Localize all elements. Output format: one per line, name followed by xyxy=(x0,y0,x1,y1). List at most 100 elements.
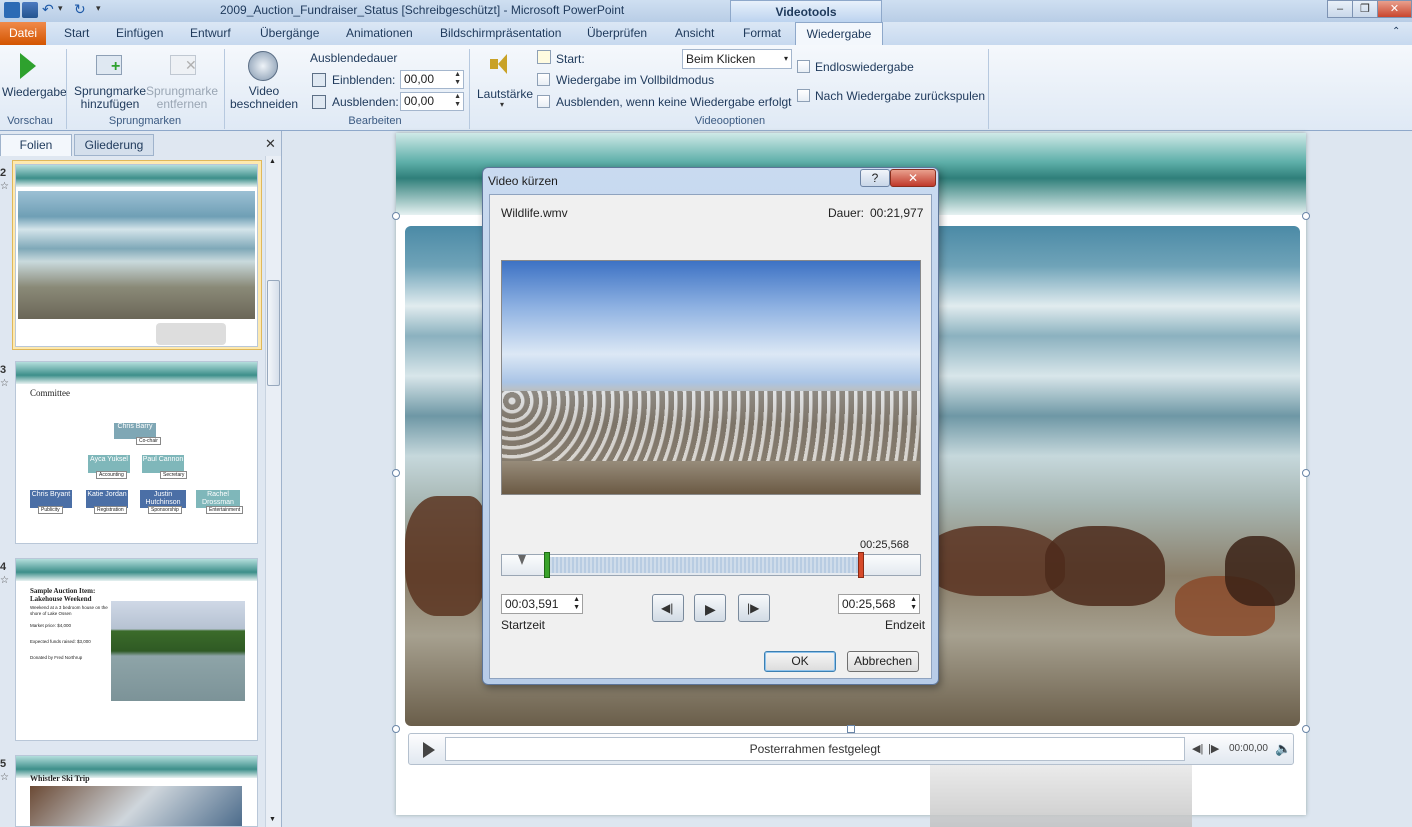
slide-number: 2 xyxy=(0,167,7,179)
fade-in-icon xyxy=(312,73,326,87)
ok-button[interactable]: OK xyxy=(764,651,836,672)
next-frame-button[interactable]: |▶ xyxy=(738,594,770,622)
dialog-close-button[interactable]: ✕ xyxy=(890,169,936,187)
cancel-button[interactable]: Abbrechen xyxy=(847,651,919,672)
play-icon[interactable] xyxy=(423,742,435,758)
start-icon xyxy=(537,50,551,64)
resize-handle[interactable] xyxy=(392,725,400,733)
org-role: Entertainment xyxy=(206,506,244,514)
playhead-marker[interactable] xyxy=(518,555,526,565)
tab-outline[interactable]: Gliederung xyxy=(74,134,154,156)
close-pane-icon[interactable]: ✕ xyxy=(265,136,276,152)
fullscreen-checkbox[interactable] xyxy=(537,73,550,86)
fade-out-value[interactable]: 00,00 xyxy=(404,94,434,108)
collapse-ribbon-icon[interactable]: ⌃ xyxy=(1392,26,1400,37)
rewind-label[interactable]: Nach Wiedergabe zurückspulen xyxy=(815,89,985,103)
animation-star-icon: ☆ xyxy=(0,575,9,586)
loop-checkbox[interactable] xyxy=(797,60,810,73)
gannets-colony xyxy=(502,391,920,461)
end-time-input[interactable]: 00:25,568 ▲ ▼ xyxy=(838,594,920,614)
slide-title: Sample Auction Item: Lakehouse Weekend xyxy=(30,587,96,603)
resize-handle[interactable] xyxy=(392,469,400,477)
slide-header-wave xyxy=(16,559,257,581)
horses-video-thumbnail xyxy=(18,191,255,319)
start-time-input[interactable]: 00:03,591 ▲ ▼ xyxy=(501,594,583,614)
fade-out-spinner[interactable]: 00,00 ▲ ▼ xyxy=(400,92,464,111)
hide-checkbox[interactable] xyxy=(537,95,550,108)
fade-in-value[interactable]: 00,00 xyxy=(404,72,434,86)
scroll-down-icon[interactable]: ▼ xyxy=(269,816,276,823)
tab-bildschirmpraesentation[interactable]: Bildschirmpräsentation xyxy=(440,22,561,45)
tab-uebergaenge[interactable]: Übergänge xyxy=(260,22,319,45)
undo-dropdown-icon[interactable]: ▾ xyxy=(58,3,63,14)
customize-qat-icon[interactable]: ▾ xyxy=(96,3,101,14)
step-forward-icon[interactable]: |▶ xyxy=(1208,742,1219,755)
play-preview-button[interactable]: Wiedergabe xyxy=(2,85,67,99)
trim-timeline[interactable] xyxy=(501,552,921,578)
slide-thumbnail[interactable]: Sample Auction Item: Lakehouse Weekend W… xyxy=(15,558,258,741)
slide-thumbnail[interactable]: Committee Chris Barry Co-chair Ayca Yuks… xyxy=(15,361,258,544)
video-reflection xyxy=(156,323,226,345)
slide-thumbnail[interactable] xyxy=(15,164,258,347)
undo-icon[interactable]: ↶ xyxy=(42,1,54,18)
fade-in-spinner[interactable]: 00,00 ▲ ▼ xyxy=(400,70,464,89)
tab-wiedergabe[interactable]: Wiedergabe xyxy=(795,22,883,46)
trim-video-button[interactable]: Video beschneiden xyxy=(230,85,298,111)
pane-tabs: Folien Gliederung ✕ xyxy=(0,134,282,156)
volume-dropdown-icon[interactable]: ▾ xyxy=(500,100,504,109)
start-trim-handle[interactable] xyxy=(544,552,550,578)
scrollbar-thumb[interactable] xyxy=(267,280,280,386)
tab-start[interactable]: Start xyxy=(64,22,89,45)
tab-entwurf[interactable]: Entwurf xyxy=(190,22,231,45)
slides-scrollbar[interactable]: ▲ ▼ xyxy=(265,156,281,827)
remove-bookmark-button[interactable]: Sprungmarke entfernen xyxy=(146,85,218,111)
resize-handle[interactable] xyxy=(1302,212,1310,220)
close-window-button[interactable]: ✕ xyxy=(1377,0,1412,18)
resize-handle[interactable] xyxy=(392,212,400,220)
media-controls: Posterrahmen festgelegt ◀| |▶ 00:00,00 🔈 xyxy=(408,733,1294,765)
resize-handle[interactable] xyxy=(1302,469,1310,477)
play-button[interactable]: ▶ xyxy=(694,594,726,622)
redo-icon[interactable]: ↻ xyxy=(74,1,86,18)
org-role: Co-chair xyxy=(136,437,161,445)
add-bookmark-button[interactable]: Sprungmarke hinzufügen xyxy=(74,85,146,111)
video-preview xyxy=(501,260,921,495)
maximize-button[interactable]: ❐ xyxy=(1352,0,1378,18)
resize-handle[interactable] xyxy=(1302,725,1310,733)
trim-selection-range xyxy=(548,557,860,573)
tab-file[interactable]: Datei xyxy=(0,22,46,45)
volume-button[interactable]: Lautstärke xyxy=(477,87,533,101)
slide-thumbnail[interactable]: Whistler Ski Trip xyxy=(15,755,258,827)
time-readout: 00:00,00 xyxy=(1229,743,1268,754)
tab-einfuegen[interactable]: Einfügen xyxy=(116,22,163,45)
tab-ueberpruefen[interactable]: Überprüfen xyxy=(587,22,647,45)
start-dropdown-value[interactable]: Beim Klicken xyxy=(686,52,755,66)
play-preview-icon[interactable] xyxy=(20,53,36,79)
tab-animationen[interactable]: Animationen xyxy=(346,22,413,45)
help-button[interactable]: ? xyxy=(860,169,890,187)
hide-label[interactable]: Ausblenden, wenn keine Wiedergabe erfolg… xyxy=(556,95,792,109)
poster-frame-status[interactable]: Posterrahmen festgelegt xyxy=(445,737,1185,761)
start-dropdown[interactable]: Beim Klicken ▾ xyxy=(682,49,792,69)
volume-icon[interactable]: 🔈 xyxy=(1275,741,1291,757)
start-time-value[interactable]: 00:03,591 xyxy=(505,597,558,611)
rewind-checkbox[interactable] xyxy=(797,89,810,102)
scroll-up-icon[interactable]: ▲ xyxy=(269,158,276,165)
tab-format[interactable]: Format xyxy=(743,22,781,45)
group-label-preview: Vorschau xyxy=(7,115,53,127)
end-time-value[interactable]: 00:25,568 xyxy=(842,597,895,611)
tab-ansicht[interactable]: Ansicht xyxy=(675,22,714,45)
tab-slides[interactable]: Folien xyxy=(0,134,72,156)
previous-frame-button[interactable]: ◀| xyxy=(652,594,684,622)
end-trim-handle[interactable] xyxy=(858,552,864,578)
org-role: Secretary xyxy=(160,471,188,479)
save-icon[interactable] xyxy=(22,2,38,18)
loop-label[interactable]: Endloswiedergabe xyxy=(815,60,914,74)
resize-handle[interactable] xyxy=(847,725,855,733)
minimize-button[interactable]: – xyxy=(1327,0,1353,18)
fullscreen-label[interactable]: Wiedergabe im Vollbildmodus xyxy=(556,73,714,87)
remove-bookmark-icon: ✕ xyxy=(170,55,197,75)
dialog-title: Video kürzen xyxy=(488,174,558,188)
group-separator xyxy=(988,49,989,129)
step-back-icon[interactable]: ◀| xyxy=(1192,742,1203,755)
